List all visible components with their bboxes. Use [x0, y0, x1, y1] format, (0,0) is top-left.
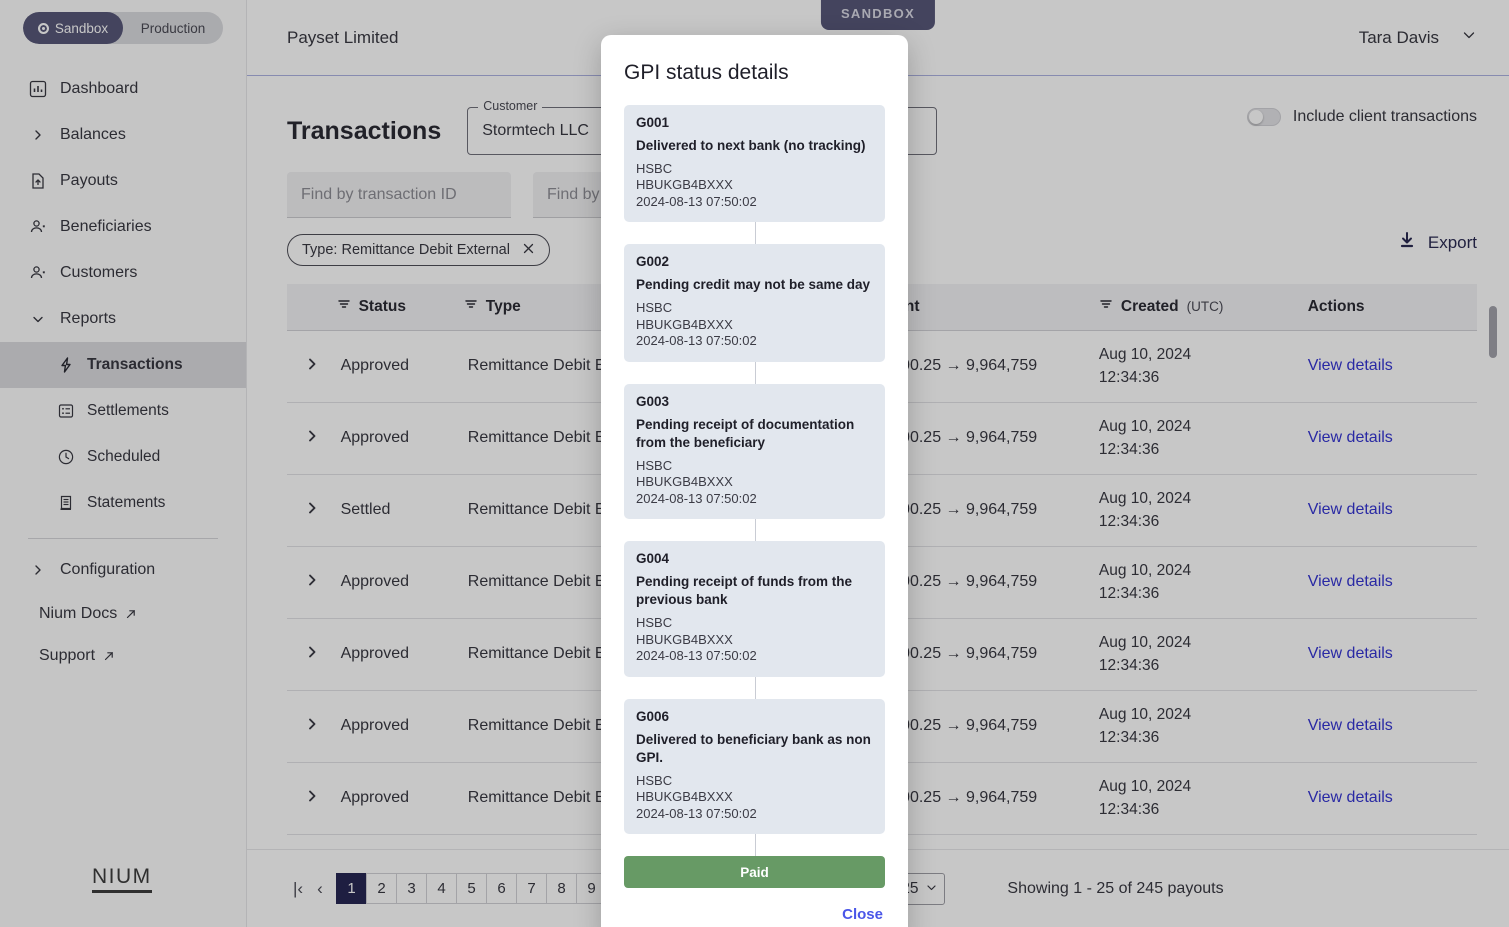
modal-footer: Close	[624, 906, 885, 924]
app-root: Sandbox Production Dashboard Balances Pa…	[0, 0, 1509, 927]
gpi-step-code: G001	[636, 115, 670, 130]
gpi-step-timestamp: 2024-08-13 07:50:02	[636, 193, 757, 209]
gpi-step-bank: HSBC	[636, 457, 673, 473]
gpi-status-modal: GPI status details G001 Delivered to next…	[601, 35, 908, 927]
modal-title: GPI status details	[624, 61, 789, 84]
gpi-connector	[624, 519, 885, 542]
gpi-step-card: G001 Delivered to next bank (no tracking)…	[624, 105, 885, 223]
gpi-step-timestamp: 2024-08-13 07:50:02	[636, 805, 757, 821]
gpi-step-card: G004 Pending receipt of funds from the pr…	[624, 541, 885, 677]
gpi-step-bic: HBUKGB4BXXX	[636, 789, 733, 805]
gpi-connector	[624, 834, 885, 857]
gpi-step-code: G006	[636, 708, 670, 724]
gpi-step-timestamp: 2024-08-13 07:50:02	[636, 648, 757, 664]
gpi-step-card: G006 Delivered to beneficiary bank as non…	[624, 698, 885, 835]
gpi-step-bank: HSBC	[636, 615, 673, 631]
paid-status-button[interactable]: Paid	[624, 856, 885, 889]
gpi-step-code: G002	[636, 254, 670, 270]
gpi-connector	[624, 361, 885, 384]
gpi-connector	[624, 222, 885, 245]
gpi-step-bank: HSBC	[636, 300, 673, 316]
gpi-step-description: Pending receipt of funds from the previo…	[636, 574, 853, 608]
gpi-step-timestamp: 2024-08-13 07:50:02	[636, 490, 757, 506]
gpi-connector	[624, 676, 885, 699]
gpi-step-code: G004	[636, 551, 670, 567]
gpi-step-bank: HSBC	[636, 160, 673, 176]
gpi-step-bic: HBUKGB4BXXX	[636, 177, 733, 193]
gpi-step-bic: HBUKGB4BXXX	[636, 316, 733, 332]
gpi-step-bic: HBUKGB4BXXX	[636, 631, 733, 647]
gpi-step-card: G003 Pending receipt of documentation fro…	[624, 383, 885, 520]
gpi-step-bic: HBUKGB4BXXX	[636, 474, 733, 490]
close-button[interactable]: Close	[842, 906, 883, 923]
gpi-step-card: G002 Pending credit may not be same day HS…	[624, 244, 885, 362]
gpi-step-list: G001 Delivered to next bank (no tracking)…	[624, 105, 885, 835]
gpi-step-timestamp: 2024-08-13 07:50:02	[636, 333, 757, 349]
gpi-step-description: Pending receipt of documentation from th…	[636, 416, 855, 450]
gpi-step-bank: HSBC	[636, 772, 673, 788]
gpi-step-description: Pending credit may not be same day	[636, 277, 871, 293]
gpi-step-code: G003	[636, 393, 670, 409]
gpi-step-description: Delivered to beneficiary bank as non GPI…	[636, 731, 871, 765]
gpi-step-description: Delivered to next bank (no tracking)	[636, 138, 866, 153]
